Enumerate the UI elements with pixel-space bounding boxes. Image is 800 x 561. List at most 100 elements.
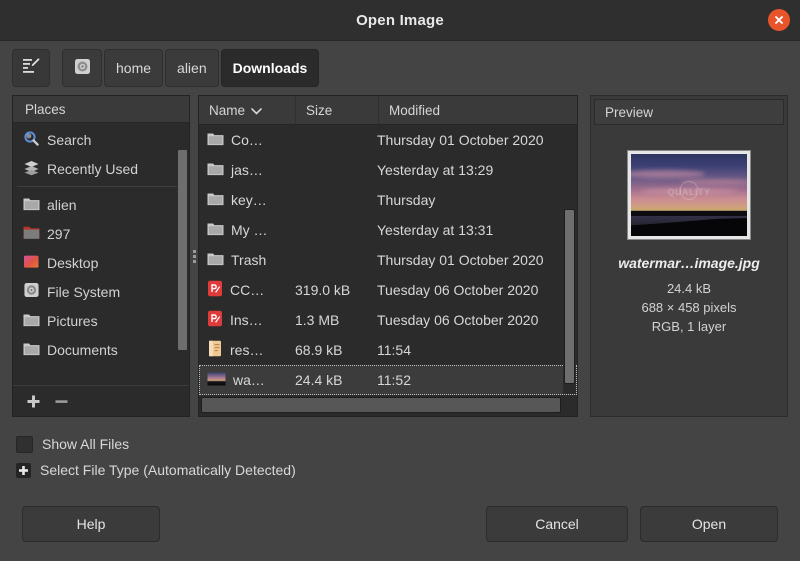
pane-splitter[interactable] [190, 95, 198, 417]
drive-icon [23, 225, 40, 243]
show-all-files-checkbox[interactable] [16, 435, 33, 453]
sidebar-item-search[interactable]: Search [13, 125, 189, 154]
path-button-alien[interactable]: alien [165, 49, 219, 87]
sidebar-item-file-system[interactable]: File System [13, 277, 189, 306]
folder-icon [23, 196, 40, 214]
sidebar-item-desktop[interactable]: Desktop [13, 248, 189, 277]
plus-icon[interactable] [16, 462, 31, 478]
options-area: Show All Files Select File Type (Automat… [0, 417, 800, 483]
file-name-cell: Trash [199, 251, 293, 269]
path-button-root[interactable] [62, 49, 102, 87]
recent-icon [23, 159, 40, 179]
table-row[interactable]: wa… 24.4 kB 11:52 [199, 365, 577, 395]
folder-icon [207, 191, 224, 209]
preview-metadata: 24.4 kB 688 × 458 pixels RGB, 1 layer [641, 280, 736, 337]
column-header-modified[interactable]: Modified [379, 96, 577, 124]
add-bookmark-button[interactable] [21, 390, 45, 412]
preview-filename: watermar…image.jpg [618, 255, 760, 271]
places-panel: Places Search Recently Used alien 297 De… [12, 95, 190, 417]
toolbar: home alien Downloads [0, 41, 800, 95]
folder-icon [207, 221, 224, 239]
remove-bookmark-button[interactable] [49, 390, 73, 412]
file-list-rows: Co… Thursday 01 October 2020 jas… Yester… [199, 125, 577, 416]
help-button[interactable]: Help [22, 506, 160, 542]
file-name-label: wa… [233, 372, 265, 388]
open-button[interactable]: Open [640, 506, 778, 542]
type-filename-icon [21, 56, 41, 81]
file-name-cell: Ins… [199, 310, 293, 330]
table-row[interactable]: key… Thursday [199, 185, 577, 215]
table-row[interactable]: CC… 319.0 kB Tuesday 06 October 2020 [199, 275, 577, 305]
disk-icon [74, 58, 91, 78]
document-icon [207, 340, 223, 360]
places-scrollbar-thumb[interactable] [178, 150, 187, 350]
image-icon [207, 372, 226, 389]
sidebar-item-label: Documents [47, 341, 118, 358]
file-modified-cell: Yesterday at 13:31 [377, 222, 494, 238]
folder-icon [23, 341, 40, 359]
file-name-label: res… [230, 342, 264, 358]
file-name-cell: My … [199, 221, 293, 239]
filesystem-icon [23, 282, 40, 301]
preview-thumbnail: QUALITY [628, 151, 750, 239]
places-vertical-scrollbar[interactable] [177, 150, 188, 385]
table-row[interactable]: My … Yesterday at 13:31 [199, 215, 577, 245]
close-icon [773, 14, 785, 26]
sidebar-item-label: alien [47, 196, 77, 213]
preview-filesize: 24.4 kB [666, 281, 712, 296]
file-name-cell: key… [199, 191, 293, 209]
file-list-vscrollbar-thumb[interactable] [564, 209, 575, 384]
cancel-button[interactable]: Cancel [486, 506, 628, 542]
sidebar-item-alien[interactable]: alien [13, 190, 189, 219]
preview-image: QUALITY [631, 154, 747, 236]
pdf-icon [207, 280, 223, 300]
file-list-header: Name Size Modified [199, 96, 577, 125]
table-row[interactable]: Co… Thursday 01 October 2020 [199, 125, 577, 155]
titlebar: Open Image [0, 0, 800, 41]
preview-dimensions: 688 × 458 pixels [641, 299, 737, 315]
type-filename-button[interactable] [12, 49, 50, 87]
places-list: Search Recently Used alien 297 Desktop F… [13, 123, 189, 364]
sidebar-item-label: Recently Used [47, 160, 139, 177]
table-row[interactable]: jas… Yesterday at 13:29 [199, 155, 577, 185]
sidebar-item-297[interactable]: 297 [13, 219, 189, 248]
column-header-label: Size [306, 102, 333, 118]
file-list-vertical-scrollbar[interactable] [563, 125, 576, 394]
select-file-type-row[interactable]: Select File Type (Automatically Detected… [16, 457, 800, 483]
file-size-cell: 24.4 kB [295, 372, 343, 388]
path-button-home[interactable]: home [104, 49, 164, 87]
table-row[interactable]: Ins… 1.3 MB Tuesday 06 October 2020 [199, 305, 577, 335]
file-list-hscrollbar-thumb[interactable] [201, 397, 561, 413]
places-header: Places [13, 96, 189, 123]
file-size-cell: 319.0 kB [295, 282, 351, 298]
preview-colormode: RGB, 1 layer [651, 318, 727, 334]
table-row[interactable]: res… 68.9 kB 11:54 [199, 335, 577, 365]
show-all-files-label: Show All Files [42, 436, 130, 452]
column-header-label: Modified [389, 102, 441, 118]
sidebar-item-pictures[interactable]: Pictures [13, 306, 189, 335]
cloud-shape [631, 170, 706, 178]
file-list-horizontal-scrollbar[interactable] [201, 396, 561, 414]
sidebar-item-label: 297 [47, 225, 71, 242]
file-name-label: Trash [231, 252, 267, 268]
path-button-downloads[interactable]: Downloads [220, 49, 320, 87]
file-modified-cell: 11:52 [377, 372, 411, 388]
file-modified-cell: Thursday 01 October 2020 [377, 252, 544, 268]
sidebar-item-documents[interactable]: Documents [13, 335, 189, 364]
table-row[interactable]: Trash Thursday 01 October 2020 [199, 245, 577, 275]
column-header-size[interactable]: Size [296, 96, 379, 124]
places-separator [17, 186, 185, 187]
places-scroll-area: Search Recently Used alien 297 Desktop F… [13, 123, 189, 385]
watermark-text: QUALITY [667, 186, 711, 197]
show-all-files-row[interactable]: Show All Files [16, 431, 800, 457]
sidebar-item-label: Desktop [47, 254, 99, 271]
search-icon [23, 130, 40, 150]
file-list-panel: Name Size Modified Co… Thursday 01 Octob… [198, 95, 578, 417]
dialog-footer: Help Cancel Open [0, 493, 800, 561]
file-name-cell: res… [199, 340, 293, 360]
window-title: Open Image [356, 11, 444, 29]
sidebar-item-recently-used[interactable]: Recently Used [13, 154, 189, 183]
close-button[interactable] [768, 9, 790, 31]
column-header-name[interactable]: Name [199, 96, 296, 124]
select-file-type-label: Select File Type (Automatically Detected… [40, 462, 296, 478]
